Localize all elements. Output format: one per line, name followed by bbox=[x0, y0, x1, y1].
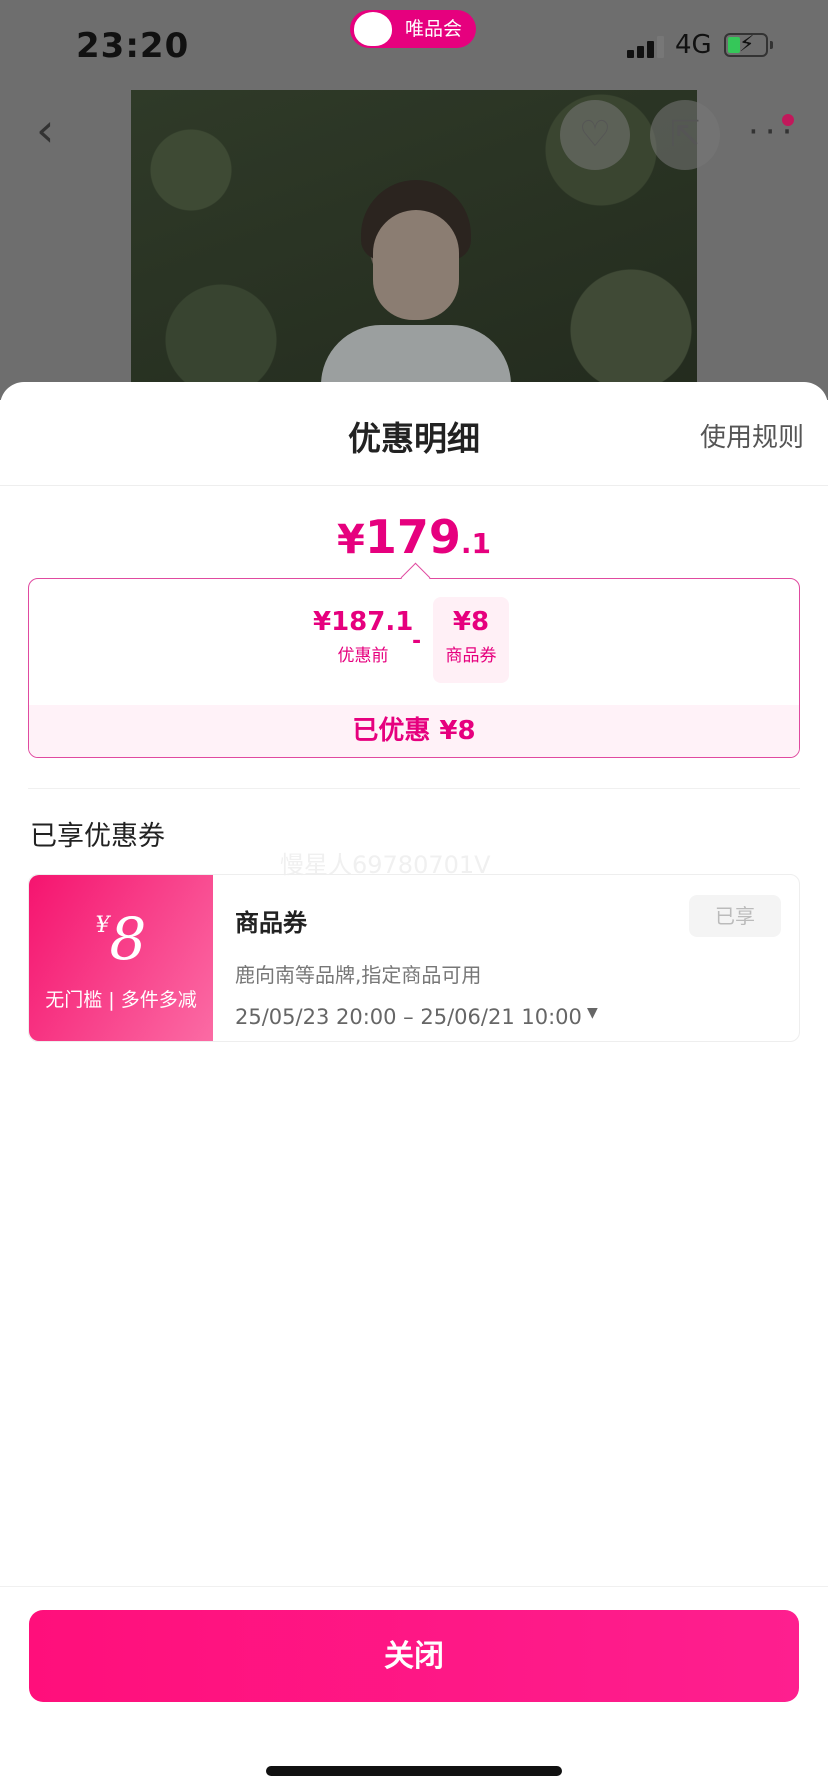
photo-face bbox=[373, 210, 459, 320]
app-name: 唯品会 bbox=[404, 18, 462, 40]
original-price-label: 优惠前 bbox=[337, 646, 389, 666]
coupon-currency: ¥ bbox=[95, 913, 110, 938]
close-button[interactable]: 关闭 bbox=[29, 1610, 799, 1702]
coupon-discount-value: ¥8 bbox=[452, 607, 490, 637]
coupon-discount: ¥8 商品券 bbox=[433, 597, 509, 683]
coupon-condition: 无门槛 | 多件多减 bbox=[45, 989, 197, 1011]
calc-pointer bbox=[400, 562, 431, 593]
battery-nub bbox=[770, 41, 773, 49]
discount-detail-sheet: 优惠明细 使用规则 ¥179.1 ¥187.1 优惠前 - ¥8 商品券 已优惠… bbox=[0, 382, 828, 1792]
usage-rules-link[interactable]: 使用规则 bbox=[700, 417, 804, 454]
network-type: 4G bbox=[675, 30, 712, 60]
total-saved: 已优惠 ¥8 bbox=[29, 705, 799, 757]
minus-operator: - bbox=[412, 629, 422, 654]
back-button[interactable]: ‹ bbox=[36, 107, 76, 156]
home-indicator bbox=[266, 1766, 562, 1776]
coupon-status-badge: 已享 bbox=[689, 895, 781, 937]
share-button[interactable]: ⇱ bbox=[650, 100, 720, 170]
status-time: 23:20 bbox=[76, 26, 190, 66]
price-currency: ¥ bbox=[337, 517, 365, 563]
coupon-name: 商品券 bbox=[235, 909, 307, 937]
price-integer: 179 bbox=[364, 510, 461, 564]
coupon-amount-value: 8 bbox=[109, 905, 147, 973]
notification-dot bbox=[782, 114, 794, 126]
coupon-discount-label: 商品券 bbox=[445, 646, 497, 666]
price-calculation-box: ¥187.1 优惠前 - ¥8 商品券 已优惠 ¥8 bbox=[28, 562, 800, 758]
applied-coupons-title: 已享优惠券 bbox=[30, 821, 165, 852]
footer-divider bbox=[0, 1586, 828, 1587]
section-divider bbox=[28, 788, 800, 789]
final-price: ¥179.1 bbox=[0, 510, 828, 564]
coupon-value-panel: ¥8 无门槛 | 多件多减 bbox=[29, 875, 219, 1041]
app-indicator-pill[interactable]: 唯品会 bbox=[350, 10, 476, 48]
chevron-down-icon[interactable]: ▼ bbox=[587, 1005, 598, 1021]
coupon-validity: 25/05/23 20:00 – 25/06/21 10:00 bbox=[235, 1005, 582, 1029]
original-price-value: ¥187.1 bbox=[313, 607, 414, 637]
coupon-scope: 鹿向南等品牌,指定商品可用 bbox=[235, 963, 482, 987]
price-decimal: .1 bbox=[460, 527, 491, 560]
original-price: ¥187.1 优惠前 bbox=[313, 607, 413, 666]
battery-icon: ⚡ bbox=[724, 32, 768, 57]
header-divider bbox=[0, 485, 828, 486]
signal-icon bbox=[627, 34, 667, 58]
vip-rabbit-icon bbox=[354, 12, 392, 46]
coupon-card[interactable]: ¥8 无门槛 | 多件多减 商品券 已享 鹿向南等品牌,指定商品可用 25/05… bbox=[28, 874, 800, 1042]
status-bar: 23:20 唯品会 4G ⚡ bbox=[0, 0, 828, 90]
favorite-button[interactable]: ♡ bbox=[560, 100, 630, 170]
share-icon: ⇱ bbox=[669, 114, 701, 155]
heart-plus-icon: ♡ bbox=[578, 114, 612, 155]
coupon-amount: ¥8 bbox=[29, 905, 213, 973]
